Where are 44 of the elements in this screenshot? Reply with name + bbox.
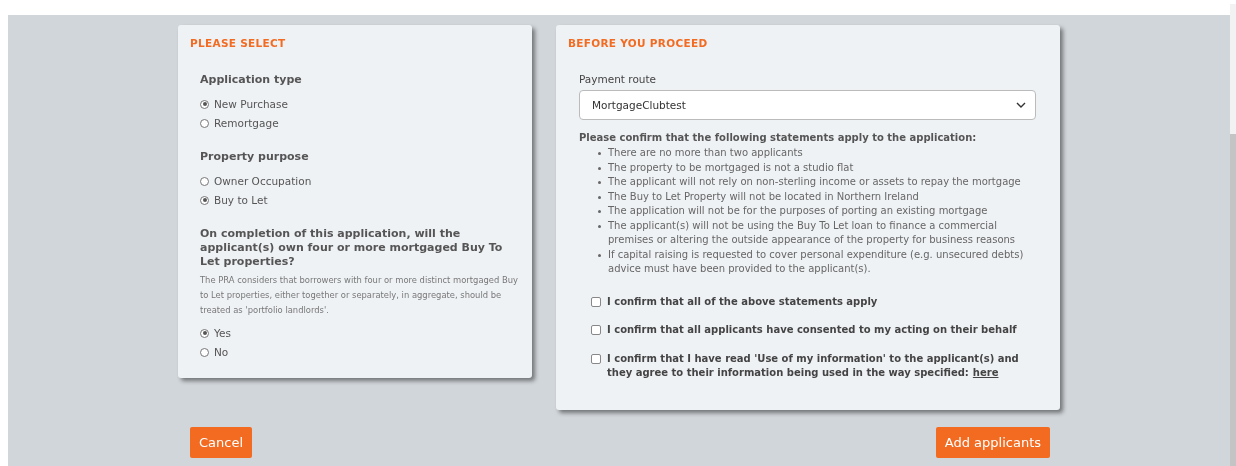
radio-button[interactable]: [200, 347, 209, 357]
radio-button[interactable]: [200, 99, 209, 109]
statement-text: The applicant will not rely on non-sterling income or assets to repay the mortgage: [608, 175, 1021, 189]
scrollbar[interactable]: [1230, 4, 1236, 466]
checkbox[interactable]: [591, 353, 601, 364]
payment-route-select[interactable]: MortgageClubtest: [579, 90, 1036, 120]
bullet-icon: [598, 181, 601, 184]
checkbox[interactable]: [591, 325, 601, 335]
statement-text: The Buy to Let Property will not be located in Northern Ireland: [608, 189, 919, 204]
instruction-text: Please confirm that the following statements apply to the application:: [579, 132, 978, 143]
radio-option[interactable]: No: [200, 345, 520, 359]
chevron-down-icon: [1016, 102, 1026, 108]
radio-button[interactable]: [200, 195, 209, 205]
statement-text: The applicant(s) will not be using the Buy To Let loan to finance a commercial premises or altering the outside appearance of the property for business reasons: [608, 218, 1017, 247]
card-title: PLEASE SELECT: [190, 37, 287, 49]
radio-option[interactable]: Yes: [200, 326, 520, 340]
statement-text: The application will not be for the purposes of porting an existing mortgage: [608, 204, 988, 218]
bullet-icon: [598, 152, 601, 155]
bullet-icon: [598, 253, 601, 257]
here-link[interactable]: here: [972, 367, 999, 378]
bullet-icon: [598, 195, 601, 199]
radio-button[interactable]: [200, 176, 209, 186]
bullet-icon: [598, 210, 601, 213]
radio-option[interactable]: Buy to Let: [200, 193, 520, 207]
question-label: Application type: [200, 73, 303, 87]
help-text: The PRA considers that borrowers with four or more distinct mortgaged Buy to Let properties, either together or separately, in aggregate, should be treated as 'portfolio landlords'.: [200, 274, 519, 317]
statement-text: If capital raising is requested to cover personal expenditure (e.g. unsecured debts) advice must have been provided to the applicant(s).: [608, 247, 1025, 276]
card-title: BEFORE YOU PROCEED: [568, 37, 709, 49]
checkbox-label: I confirm that all of the above statements apply: [607, 294, 878, 309]
checkbox[interactable]: [591, 296, 601, 307]
question-label: On completion of this application, will the applicant(s) own four or more mortgaged Buy To Let properties?: [200, 227, 504, 269]
statement-text: There are no more than two applicants: [608, 146, 803, 160]
radio-option[interactable]: Owner Occupation: [200, 174, 520, 188]
radio-option[interactable]: New Purchase: [200, 97, 520, 111]
checkbox-label: I confirm that all applicants have consented to my acting on their behalf: [607, 323, 1017, 337]
radio-button[interactable]: [200, 328, 209, 338]
statement-text: The property to be mortgaged is not a studio flat: [608, 160, 854, 175]
question-label: Property purpose: [200, 150, 310, 164]
checkbox-label: I confirm that I have read 'Use of my information' to the applicant(s) and they agree to their information being used in the way specified: here: [607, 351, 1020, 380]
bullet-icon: [598, 224, 601, 228]
radio-button[interactable]: [200, 118, 209, 128]
field-label: Payment route: [579, 73, 658, 85]
bullet-icon: [598, 166, 601, 170]
radio-option[interactable]: Remortgage: [200, 116, 520, 130]
